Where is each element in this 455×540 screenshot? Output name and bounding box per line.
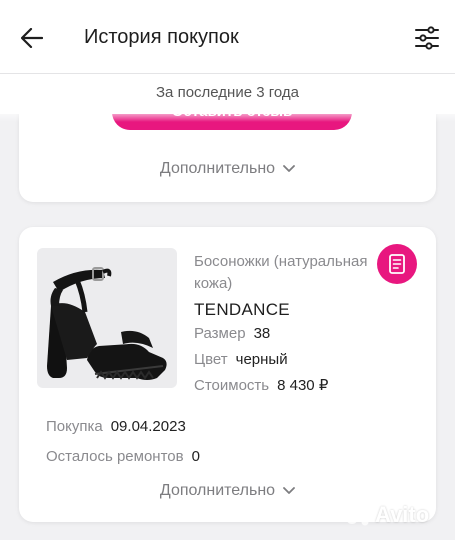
product-info: Босоножки (натуральная кожа) TENDANCE Ра… [194, 251, 374, 398]
size-value: 38 [253, 325, 271, 342]
purchase-date: 09.04.2023 [110, 418, 186, 435]
repairs-value: 0 [191, 448, 200, 465]
avito-logo-icon [346, 505, 369, 526]
period-label: За последние 3 года [156, 84, 299, 101]
arrow-left-icon [21, 28, 43, 48]
more-details-toggle[interactable]: Дополнительно [19, 482, 436, 500]
purchase-label: Покупка [46, 418, 103, 435]
product-type: Босоножки (натуральная кожа) [194, 253, 368, 292]
filter-button[interactable] [408, 20, 446, 56]
price-value: 8 430 ₽ [277, 377, 329, 394]
chevron-down-icon [283, 165, 295, 172]
page-title: История покупок [84, 26, 239, 48]
size-label: Размер [194, 325, 246, 342]
price-label: Стоимость [194, 377, 270, 394]
repairs-label: Осталось ремонтов [46, 448, 184, 465]
chevron-down-icon [283, 487, 295, 494]
sliders-icon [415, 26, 439, 50]
more-details-label: Дополнительно [159, 160, 276, 177]
purchase-card: Босоножки (натуральная кожа) TENDANCE Ра… [19, 227, 436, 522]
back-button[interactable] [14, 20, 50, 56]
receipt-icon [389, 254, 405, 274]
more-details-label: Дополнительно [159, 482, 276, 499]
color-value: черный [235, 351, 288, 368]
purchase-date-row: Покупка 09.04.2023 [46, 418, 186, 435]
price-row: Стоимость 8 430 ₽ [194, 374, 374, 398]
color-label: Цвет [194, 351, 228, 368]
receipt-button[interactable] [377, 244, 417, 284]
size-row: Размер 38 [194, 322, 374, 346]
avito-watermark: Avito [345, 502, 429, 528]
color-row: Цвет черный [194, 348, 374, 372]
sandal-image [47, 267, 167, 380]
watermark-text: Avito [375, 502, 430, 527]
product-brand: TENDANCE [194, 300, 290, 319]
app-header: История покупок [0, 0, 455, 74]
repairs-row: Осталось ремонтов 0 [46, 448, 200, 465]
product-photo[interactable] [37, 248, 177, 388]
more-details-toggle[interactable]: Дополнительно [19, 160, 436, 178]
